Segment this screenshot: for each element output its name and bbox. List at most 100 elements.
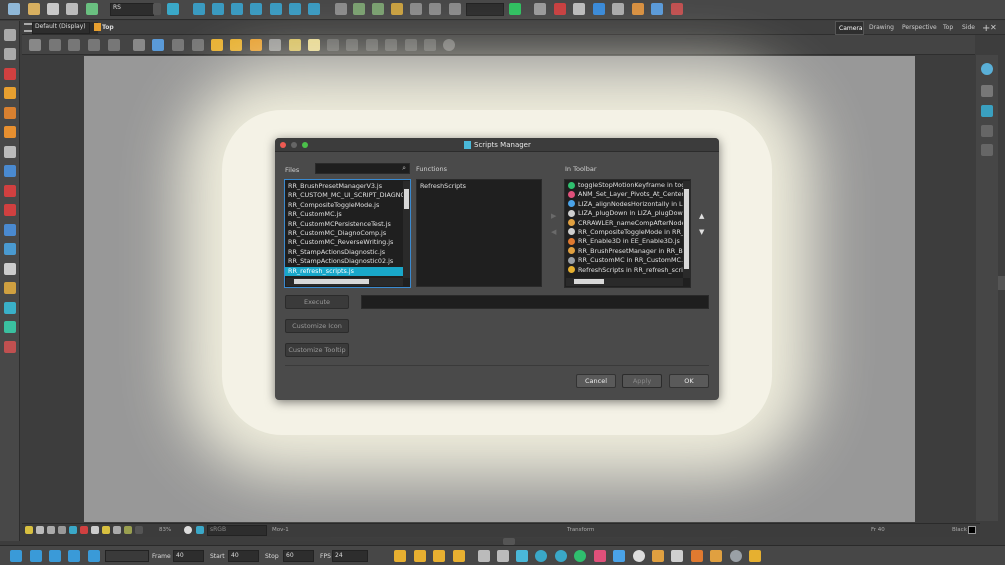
layers-status-icon[interactable] (36, 526, 44, 534)
polyline-tool-icon[interactable] (4, 243, 16, 255)
bulb-icon[interactable] (289, 39, 301, 51)
unlock-icon[interactable] (230, 39, 242, 51)
green-circle-icon[interactable] (574, 550, 586, 562)
share-icon[interactable] (555, 550, 567, 562)
magnify-icon[interactable] (535, 550, 547, 562)
pencil-icon[interactable] (250, 39, 262, 51)
egg-icon[interactable] (308, 39, 320, 51)
hand-tool-icon[interactable] (4, 263, 16, 275)
enable-3d-icon[interactable] (691, 550, 703, 562)
rectangle-tool-icon[interactable] (4, 165, 16, 177)
mask-status-icon[interactable] (69, 526, 77, 534)
functions-list[interactable]: RefreshScripts (416, 179, 542, 287)
dropdown-chevron-icon[interactable] (153, 3, 161, 15)
brush-preset-manager-icon[interactable] (710, 550, 722, 562)
close-window-button[interactable] (280, 142, 286, 148)
cancel-button[interactable]: Cancel (576, 374, 616, 388)
paint-tool-icon[interactable] (4, 185, 16, 197)
files-vertical-scrollbar[interactable] (403, 181, 410, 278)
refresh-script-icon[interactable] (671, 3, 683, 15)
custom-mc-icon[interactable] (730, 550, 742, 562)
menu-icon[interactable] (24, 23, 32, 32)
eraser-tool-icon[interactable] (4, 126, 16, 138)
refresh-scripts-icon[interactable] (749, 550, 761, 562)
scale-tool-icon[interactable] (231, 3, 243, 15)
bone-tool-icon[interactable] (335, 3, 347, 15)
display-select[interactable]: Default (Display) (32, 22, 90, 34)
shape-4-icon[interactable] (385, 39, 397, 51)
tab-side[interactable]: Side (962, 24, 975, 31)
envelope-icon[interactable] (391, 3, 403, 15)
light-table-icon[interactable] (192, 39, 204, 51)
script-2-icon[interactable] (414, 550, 426, 562)
layer-stack-1-icon[interactable] (981, 85, 993, 97)
character-icon[interactable] (4, 341, 16, 353)
play-icon[interactable] (10, 550, 22, 562)
bulb-status-icon[interactable] (25, 526, 33, 534)
toolbar-horizontal-scrollbar[interactable] (566, 278, 683, 286)
maintain-size-icon[interactable] (270, 3, 282, 15)
colorful-icon[interactable] (594, 550, 606, 562)
in-toolbar-list[interactable]: toggleStopMotionKeyframe in toggleStopMo… (564, 179, 691, 288)
spline-offset-icon[interactable] (289, 3, 301, 15)
files-hscroll-thumb[interactable] (294, 279, 369, 284)
files-list[interactable]: RR_BrushPresetManagerV3.js RR_CUSTOM_MC_U… (284, 179, 411, 288)
files-search-input[interactable]: ⌕ (315, 163, 410, 174)
crawler-icon[interactable] (652, 550, 664, 562)
bg-color-swatch[interactable] (968, 526, 976, 534)
settings-icon[interactable] (443, 39, 455, 51)
import-icon[interactable] (86, 3, 98, 15)
function-curve-icon[interactable] (612, 3, 624, 15)
move-down-icon[interactable]: ▼ (699, 228, 704, 236)
file-list-item[interactable]: RR_StampActionsDiagnostic02.js (285, 257, 403, 266)
camera-view-icon[interactable] (167, 3, 179, 15)
lock-status-icon[interactable] (91, 526, 99, 534)
toolbar-list-item[interactable]: RR_CompositeToggleMode in RR_CompositeTo… (565, 228, 683, 237)
layer-stack-2-icon[interactable] (981, 105, 993, 117)
file-list-item[interactable]: RR_CustomMC.js (285, 210, 403, 219)
file-list-item[interactable]: RR_CustomMC_ReverseWriting.js (285, 238, 403, 247)
curve-icon[interactable] (410, 3, 422, 15)
file-list-item[interactable]: RR_CustomMCPersistenceTest.js (285, 220, 403, 229)
color-wheel-status-icon[interactable] (80, 526, 88, 534)
brush-tool-icon[interactable] (4, 68, 16, 80)
file-list-item[interactable]: RR_StampActionsDiagnostic.js (285, 248, 403, 257)
collapse-right-panel-icon[interactable] (998, 276, 1005, 290)
harmony-h-icon[interactable] (516, 550, 528, 562)
reset-zoom-icon[interactable] (68, 39, 80, 51)
file-list-item[interactable]: RR_BrushPresetManagerV3.js (285, 182, 403, 191)
save-as-icon[interactable] (66, 3, 78, 15)
customize-tooltip-button[interactable]: Customize Tooltip (285, 343, 349, 357)
color-space-icon[interactable] (196, 526, 204, 534)
files-horizontal-scrollbar[interactable] (286, 278, 403, 286)
new-icon[interactable] (8, 3, 20, 15)
apply-button[interactable]: Apply (622, 374, 662, 388)
brush-preset-icon[interactable] (651, 3, 663, 15)
toolbar-list-item[interactable]: RefreshScripts in RR_refresh_scripts.js (565, 266, 683, 275)
bone-tool-left-icon[interactable] (4, 282, 16, 294)
script-5-icon[interactable] (478, 550, 490, 562)
reset-view-icon[interactable] (29, 39, 41, 51)
pencil-tool-icon[interactable] (4, 87, 16, 99)
tab-top[interactable]: Top (943, 24, 953, 31)
plug-down-icon[interactable] (671, 550, 683, 562)
zoom-level[interactable]: 83% (159, 527, 171, 533)
stamp-tool-icon[interactable] (4, 107, 16, 119)
shape-5-icon[interactable] (405, 39, 417, 51)
stop-field[interactable]: 60 (283, 550, 314, 562)
grid-select-icon[interactable] (4, 302, 16, 314)
remove-from-toolbar-arrow-icon[interactable]: ◀ (551, 228, 556, 236)
align-tool-icon[interactable] (613, 550, 625, 562)
shape-6-icon[interactable] (424, 39, 436, 51)
collapse-toggle-icon[interactable] (503, 538, 515, 545)
shade-status-icon[interactable] (135, 526, 143, 534)
gear-status-icon[interactable] (113, 526, 121, 534)
files-scroll-thumb[interactable] (404, 189, 409, 209)
shape-1-icon[interactable] (327, 39, 339, 51)
playback-speed-slider[interactable] (105, 550, 149, 562)
layout-icon[interactable] (152, 39, 164, 51)
play-selection-icon[interactable] (30, 550, 42, 562)
file-list-item[interactable]: RR_CompositeToggleMode.js (285, 201, 403, 210)
text-tool-icon[interactable] (4, 146, 16, 158)
ok-button[interactable]: OK (669, 374, 709, 388)
